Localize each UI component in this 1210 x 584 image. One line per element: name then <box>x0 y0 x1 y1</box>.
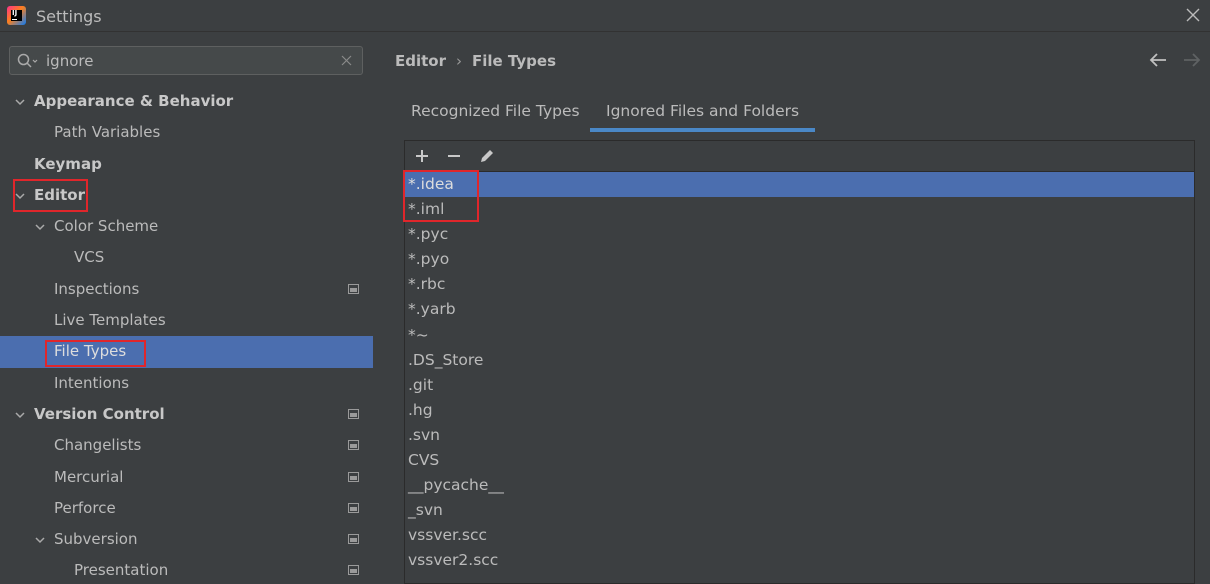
chevron-down-icon[interactable] <box>14 409 26 421</box>
remove-icon[interactable] <box>445 147 463 165</box>
breadcrumb-separator: › <box>456 52 462 70</box>
list-item[interactable]: *.yarb <box>405 297 1194 322</box>
sidebar-item-label: Keymap <box>34 154 102 173</box>
sidebar-item-intentions[interactable]: Intentions <box>0 368 373 399</box>
main-panel: Editor › File Types Recognized File Types … <box>373 33 1210 584</box>
sidebar-item-appearance-behavior[interactable]: Appearance & Behavior <box>0 86 373 117</box>
sidebar-item-label: VCS <box>74 248 105 267</box>
sidebar-item-label: Path Variables <box>54 123 161 142</box>
list-item[interactable]: .svn <box>405 423 1194 448</box>
sidebar-item-label: Live Templates <box>54 311 166 330</box>
sidebar-item-changelists[interactable]: Changelists <box>0 430 373 461</box>
sidebar-item-color-scheme[interactable]: Color Scheme <box>0 211 373 242</box>
settings-sidebar: Appearance & Behavior Path Variables Keyma… <box>0 33 373 584</box>
list-item[interactable]: *.pyo <box>405 247 1194 272</box>
window-title: Settings <box>36 7 102 26</box>
sidebar-item-inspections[interactable]: Inspections <box>0 274 373 305</box>
breadcrumb: Editor › File Types <box>395 52 556 70</box>
ignored-files-list[interactable]: *.idea *.iml *.pyc *.pyo *.rbc *.yarb *~ .DS_St… <box>405 171 1194 583</box>
list-item[interactable]: *.idea <box>405 172 1194 198</box>
sidebar-item-mercurial[interactable]: Mercurial <box>0 462 373 493</box>
list-item[interactable]: *.pyc <box>405 222 1194 247</box>
list-item[interactable]: *.rbc <box>405 272 1194 297</box>
search-icon[interactable] <box>17 53 39 69</box>
intellij-logo-icon: IJ <box>7 6 26 25</box>
sidebar-item-label: Changelists <box>54 436 142 455</box>
sidebar-item-label: Appearance & Behavior <box>34 92 234 110</box>
chevron-down-icon[interactable] <box>34 534 46 546</box>
sidebar-item-vcs[interactable]: VCS <box>0 242 373 273</box>
chevron-down-icon[interactable] <box>14 96 26 108</box>
list-item[interactable]: __pycache__ <box>405 473 1194 498</box>
sidebar-item-keymap[interactable]: Keymap <box>0 149 373 180</box>
sidebar-item-live-templates[interactable]: Live Templates <box>0 305 373 336</box>
ignored-files-panel: *.idea *.iml *.pyc *.pyo *.rbc *.yarb *~ .DS_St… <box>403 140 1195 584</box>
edit-icon[interactable] <box>478 147 496 165</box>
sidebar-item-perforce[interactable]: Perforce <box>0 493 373 524</box>
search-box[interactable] <box>9 46 363 75</box>
annotation-box-file-types <box>45 340 146 367</box>
sidebar-item-label: Mercurial <box>54 467 124 486</box>
search-input[interactable] <box>46 50 326 72</box>
project-scope-icon <box>348 565 359 576</box>
sidebar-item-version-control[interactable]: Version Control <box>0 399 373 430</box>
project-scope-icon <box>348 408 359 419</box>
project-scope-icon <box>348 471 359 482</box>
sidebar-item-label: Perforce <box>54 498 116 517</box>
sidebar-item-presentation[interactable]: Presentation <box>0 555 373 584</box>
close-icon[interactable] <box>1184 6 1202 24</box>
breadcrumb-current: File Types <box>472 52 556 70</box>
project-scope-icon <box>348 283 359 294</box>
chevron-down-icon[interactable] <box>34 221 46 233</box>
back-arrow-icon[interactable] <box>1149 52 1167 68</box>
title-bar: IJ Settings <box>0 0 1210 32</box>
list-item[interactable]: vssver.scc <box>405 523 1194 548</box>
list-item[interactable]: .hg <box>405 398 1194 423</box>
sidebar-item-label: Subversion <box>54 530 138 549</box>
sidebar-item-label: Inspections <box>54 279 140 298</box>
settings-tree: Appearance & Behavior Path Variables Keyma… <box>0 86 373 584</box>
sidebar-item-label: Version Control <box>34 404 165 423</box>
sidebar-item-path-variables[interactable]: Path Variables <box>0 117 373 148</box>
list-item[interactable]: vssver2.scc <box>405 548 1194 573</box>
tab-ignored-files-and-folders[interactable]: Ignored Files and Folders <box>590 95 816 132</box>
list-item[interactable]: .DS_Store <box>405 348 1194 373</box>
list-item[interactable]: CVS <box>405 448 1194 473</box>
project-scope-icon <box>348 534 359 545</box>
list-item[interactable]: *.iml <box>405 197 1194 222</box>
annotation-box-editor <box>13 179 88 212</box>
forward-arrow-icon[interactable] <box>1183 52 1201 68</box>
project-scope-icon <box>348 502 359 513</box>
project-scope-icon <box>348 440 359 451</box>
sidebar-item-label: Presentation <box>74 561 169 580</box>
list-item[interactable]: *~ <box>405 323 1194 348</box>
add-icon[interactable] <box>413 147 431 165</box>
sidebar-item-label: Color Scheme <box>54 217 159 236</box>
list-item[interactable]: _svn <box>405 498 1194 523</box>
breadcrumb-parent[interactable]: Editor <box>395 52 446 70</box>
sidebar-item-subversion[interactable]: Subversion <box>0 524 373 555</box>
list-toolbar <box>405 141 1194 171</box>
tab-recognized-file-types[interactable]: Recognized File Types <box>395 95 596 132</box>
annotation-box-idea-iml <box>403 170 479 222</box>
list-item[interactable]: .git <box>405 373 1194 398</box>
sidebar-item-label: Intentions <box>54 373 130 392</box>
clear-search-icon[interactable] <box>340 54 353 67</box>
